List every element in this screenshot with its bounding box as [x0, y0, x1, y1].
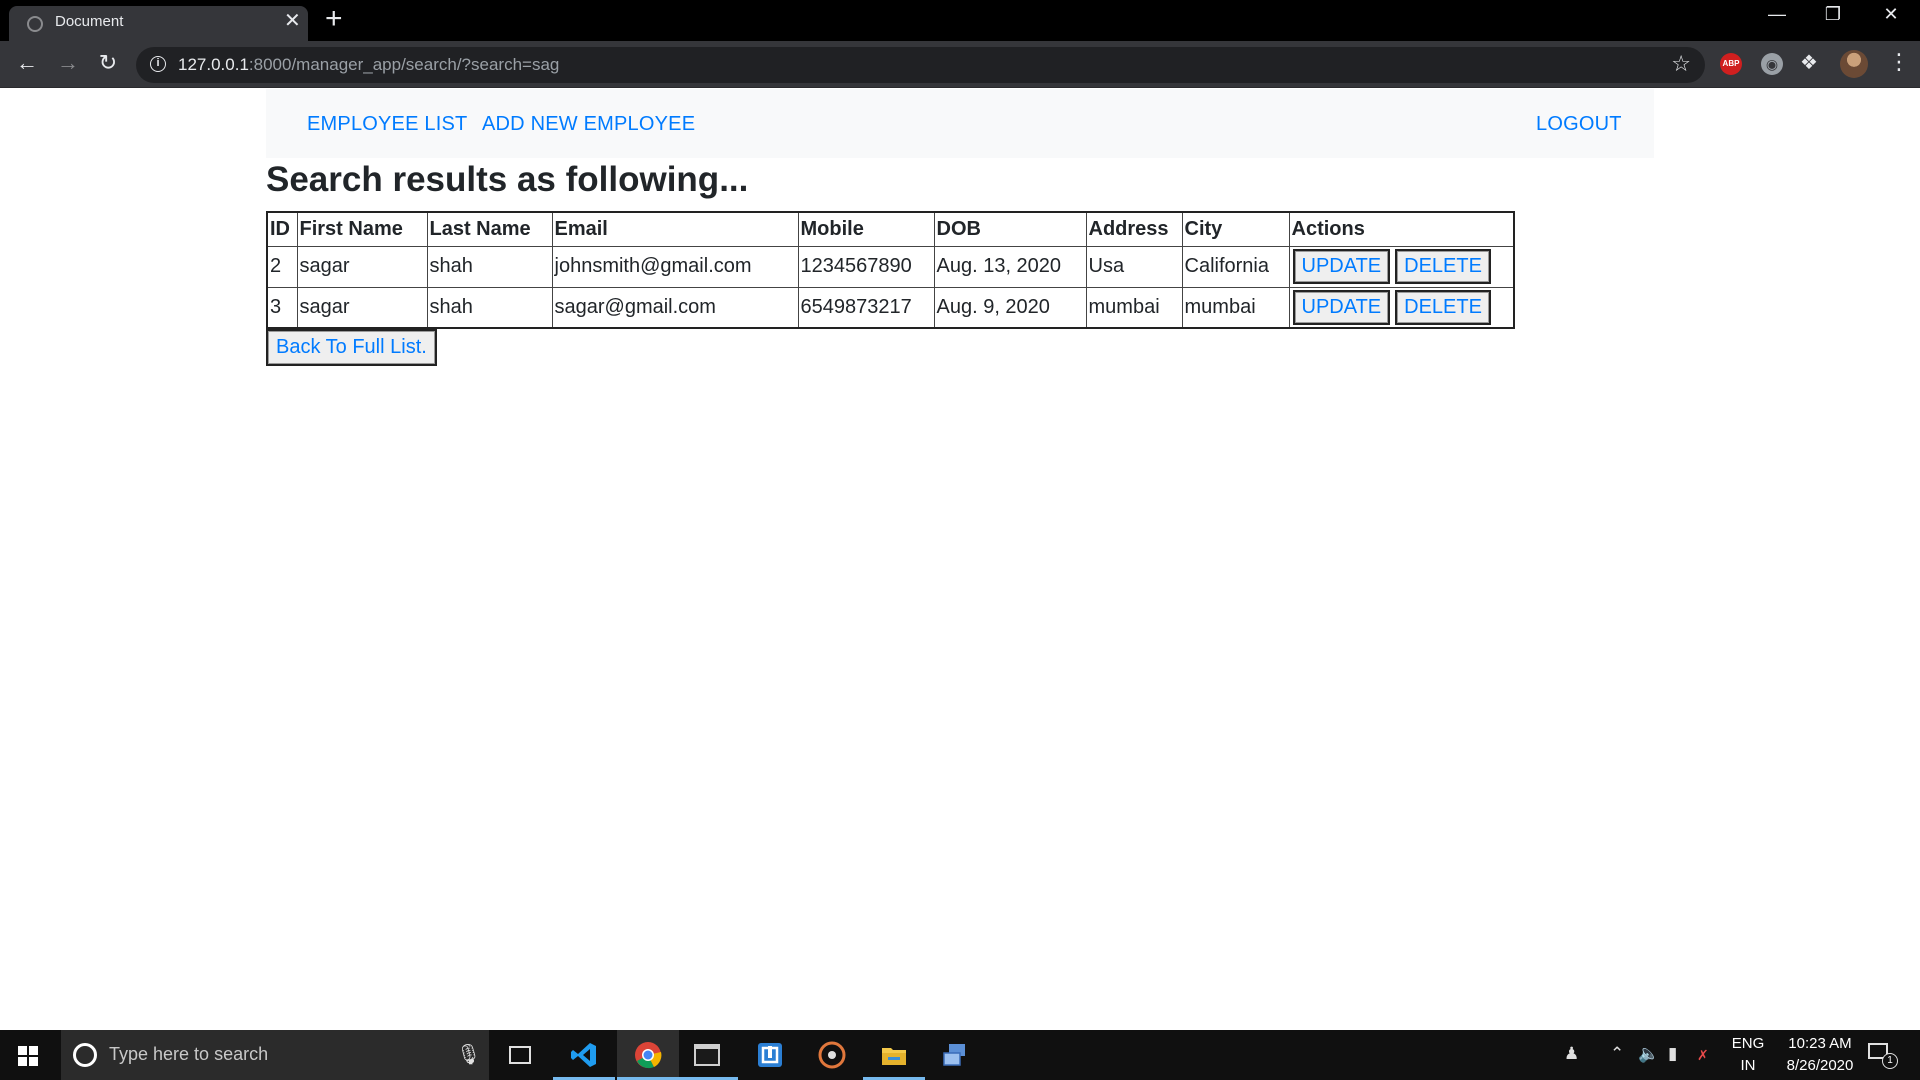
back-to-full-list-button[interactable]: Back To Full List.	[266, 329, 437, 366]
region-label: IN	[1740, 1057, 1756, 1074]
vscode-icon[interactable]	[553, 1030, 615, 1080]
close-window-icon[interactable]: ✕	[1871, 4, 1911, 25]
globe-icon	[27, 16, 43, 32]
minimize-icon[interactable]: —	[1757, 4, 1797, 25]
language-indicator[interactable]: ENG IN	[1728, 1033, 1768, 1077]
network-app-icon[interactable]	[924, 1030, 986, 1080]
site-navbar: EMPLOYEE LIST ADD NEW EMPLOYEE LOGOUT	[266, 89, 1654, 158]
address-bar[interactable]: i 127.0.0.1:8000/manager_app/search/?sea…	[136, 47, 1705, 83]
cell-id: 3	[266, 286, 298, 329]
cell-address: Usa	[1085, 245, 1183, 288]
action-center-icon[interactable]: 1	[1868, 1043, 1898, 1069]
bookmark-star-icon[interactable]: ☆	[1671, 51, 1691, 77]
column-header-email: Email	[551, 211, 799, 247]
nav-add-new-employee[interactable]: ADD NEW EMPLOYEE	[482, 113, 695, 136]
tab-close-icon[interactable]: ✕	[284, 11, 301, 31]
column-header-dob: DOB	[933, 211, 1087, 247]
url-path: :8000/manager_app/search/?search=sag	[248, 55, 560, 74]
cell-address: mumbai	[1085, 286, 1183, 329]
cell-dob: Aug. 13, 2020	[933, 245, 1087, 288]
search-results-table: ID First Name Last Name Email Mobile DOB…	[266, 211, 1515, 329]
cell-dob: Aug. 9, 2020	[933, 286, 1087, 329]
browser-tab[interactable]: Document ✕	[9, 6, 308, 41]
cell-actions: UPDATE DELETE	[1288, 286, 1515, 329]
media-player-icon[interactable]	[801, 1030, 863, 1080]
cell-email: johnsmith@gmail.com	[551, 245, 799, 288]
cell-city: mumbai	[1181, 286, 1290, 329]
nav-logout[interactable]: LOGOUT	[1536, 113, 1622, 136]
browser-titlebar: Document ✕ + — ❐ ✕	[0, 0, 1920, 41]
adblock-plus-icon[interactable]: ABP	[1720, 53, 1742, 75]
cell-actions: UPDATE DELETE	[1288, 245, 1515, 288]
terminal-icon[interactable]	[676, 1030, 738, 1080]
delete-button[interactable]: DELETE	[1395, 289, 1491, 325]
app-bracket-icon[interactable]	[739, 1030, 801, 1080]
people-icon[interactable]: ♟	[1564, 1044, 1579, 1064]
nav-employee-list[interactable]: EMPLOYEE LIST	[307, 113, 467, 136]
forward-arrow-icon[interactable]: →	[54, 50, 82, 76]
cell-last-name: shah	[426, 245, 553, 288]
show-hidden-icons-chevron-icon[interactable]: ⌃	[1610, 1044, 1624, 1064]
url-text[interactable]: 127.0.0.1:8000/manager_app/search/?searc…	[178, 55, 559, 75]
cortana-icon	[73, 1043, 97, 1067]
page-title: Search results as following...	[266, 160, 749, 199]
column-header-city: City	[1181, 211, 1290, 247]
table-row: 2 sagar shah johnsmith@gmail.com 1234567…	[266, 245, 1515, 288]
update-button[interactable]: UPDATE	[1292, 249, 1391, 284]
profile-avatar[interactable]	[1840, 50, 1868, 78]
browser-menu-icon[interactable]: ⋮	[1888, 51, 1910, 73]
info-icon[interactable]: i	[150, 56, 166, 72]
cell-first-name: sagar	[296, 286, 428, 329]
table-row: 3 sagar shah sagar@gmail.com 6549873217 …	[266, 286, 1515, 329]
cell-mobile: 1234567890	[797, 245, 935, 288]
taskbar-search-box[interactable]: Type here to search 🎙	[61, 1030, 489, 1080]
tab-title: Document	[55, 13, 124, 30]
cell-city: California	[1181, 245, 1290, 288]
column-header-first-name: First Name	[296, 211, 428, 247]
notification-count-badge: 1	[1882, 1053, 1898, 1069]
battery-icon[interactable]: ▮	[1668, 1044, 1677, 1064]
reload-icon[interactable]: ↻	[94, 50, 122, 76]
restore-icon[interactable]: ❐	[1813, 4, 1853, 25]
delete-button[interactable]: DELETE	[1395, 249, 1491, 284]
file-explorer-icon[interactable]	[863, 1030, 925, 1080]
column-header-mobile: Mobile	[797, 211, 935, 247]
browser-toolbar: ← → ↻ i 127.0.0.1:8000/manager_app/searc…	[0, 41, 1920, 88]
extensions-puzzle-icon[interactable]: ❖	[1800, 50, 1818, 75]
clock-date: 8/26/2020	[1786, 1057, 1854, 1074]
column-header-address: Address	[1085, 211, 1183, 247]
microphone-icon[interactable]: 🎙	[456, 1042, 481, 1067]
clock[interactable]: 10:23 AM 8/26/2020	[1772, 1033, 1868, 1077]
taskbar-search-placeholder: Type here to search	[109, 1044, 269, 1064]
column-header-id: ID	[266, 211, 298, 247]
back-arrow-icon[interactable]: ←	[13, 50, 41, 76]
cell-email: sagar@gmail.com	[551, 286, 799, 329]
network-disconnected-icon[interactable]: ✗	[1697, 1047, 1709, 1064]
cell-first-name: sagar	[296, 245, 428, 288]
column-header-actions: Actions	[1288, 211, 1515, 247]
clock-time: 10:23 AM	[1788, 1035, 1852, 1052]
windows-start-icon[interactable]	[18, 1046, 38, 1066]
task-view-icon[interactable]	[489, 1030, 551, 1080]
cell-id: 2	[266, 245, 298, 288]
new-tab-button[interactable]: +	[325, 4, 343, 34]
chrome-icon[interactable]	[617, 1030, 679, 1080]
url-host: 127.0.0.1	[178, 55, 249, 74]
cell-last-name: shah	[426, 286, 553, 329]
language-label: ENG	[1731, 1035, 1765, 1052]
volume-icon[interactable]: 🔈	[1638, 1044, 1659, 1064]
cell-mobile: 6549873217	[797, 286, 935, 329]
windows-taskbar: Type here to search 🎙 ♟ ⌃ 🔈 ▮ ✗ ENG IN 1…	[0, 1030, 1920, 1080]
column-header-last-name: Last Name	[426, 211, 553, 247]
extension-globe-icon[interactable]: ◉	[1761, 53, 1783, 75]
table-header-row: ID First Name Last Name Email Mobile DOB…	[266, 211, 1515, 247]
update-button[interactable]: UPDATE	[1292, 289, 1391, 325]
